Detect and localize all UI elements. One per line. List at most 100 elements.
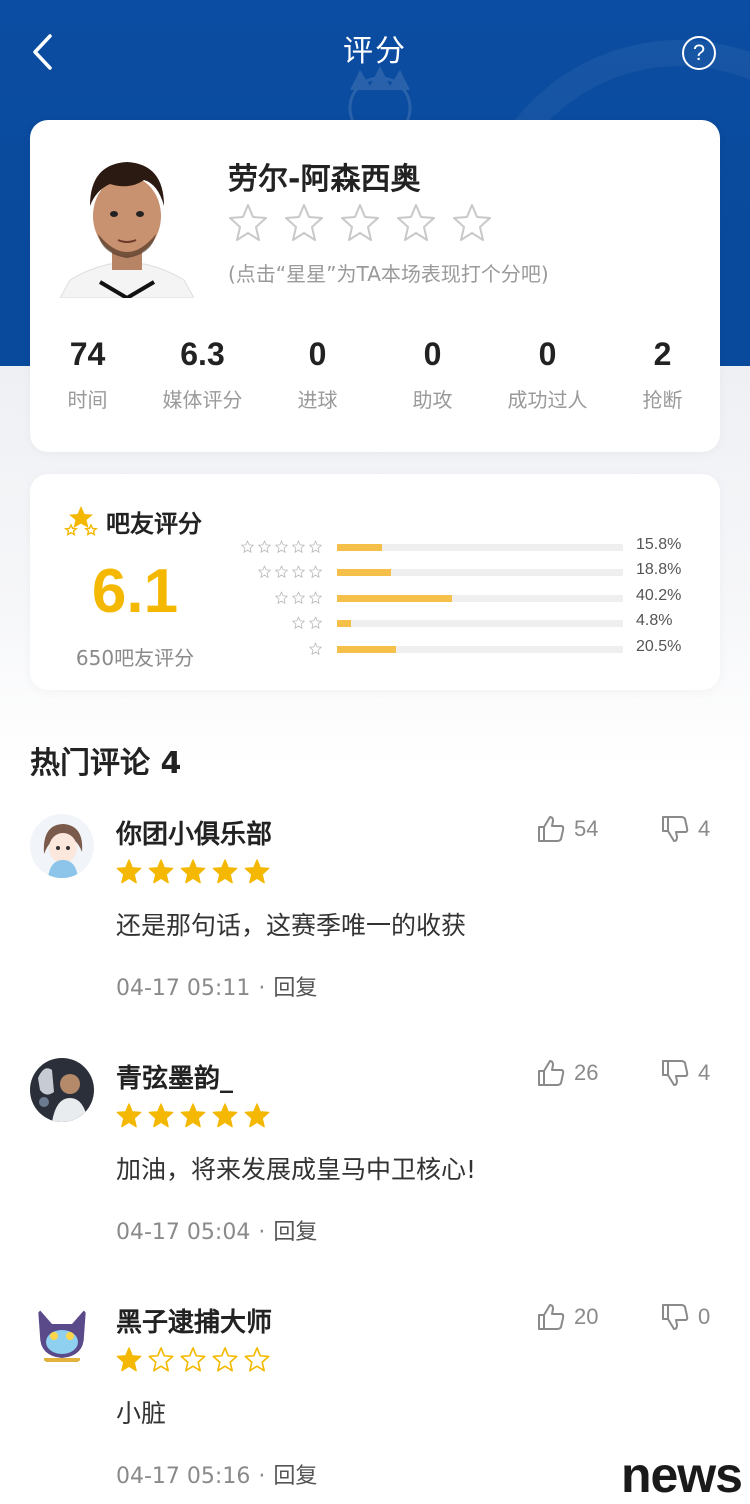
star-filled-icon bbox=[116, 1103, 142, 1128]
distribution-bar-track bbox=[337, 594, 623, 602]
rate-star-4-icon[interactable] bbox=[396, 202, 436, 242]
star-outline-icon bbox=[309, 616, 322, 629]
thumbs-down-icon bbox=[662, 1304, 689, 1330]
stat-goals: 0 进球 bbox=[260, 332, 375, 413]
stat-label: 抢断 bbox=[642, 388, 683, 412]
comment-time: 04-17 05:04 bbox=[116, 1220, 251, 1245]
rate-star-3-icon[interactable] bbox=[340, 202, 380, 242]
comment-time: 04-17 05:16 bbox=[116, 1464, 251, 1489]
avatar[interactable] bbox=[30, 1302, 94, 1366]
distribution-row: 18.8% bbox=[240, 561, 700, 586]
distribution-percent: 4.8% bbox=[636, 612, 673, 630]
rate-star-1-icon[interactable] bbox=[228, 202, 268, 242]
news-watermark-logo: news bbox=[620, 1447, 743, 1503]
stat-dribbles: 0 成功过人 bbox=[490, 332, 605, 413]
dislike-button[interactable]: 4 bbox=[660, 1058, 710, 1088]
separator-dot: · bbox=[258, 1464, 266, 1489]
comment-time: 04-17 05:11 bbox=[116, 976, 251, 1001]
star-filled-icon bbox=[212, 1103, 238, 1128]
stat-minutes: 74 时间 bbox=[30, 332, 145, 413]
avatar[interactable] bbox=[30, 814, 94, 878]
rate-star-5-icon[interactable] bbox=[452, 202, 492, 242]
star-filled-icon bbox=[116, 1347, 142, 1372]
player-name: 劳尔-阿森西奥 bbox=[228, 162, 421, 197]
stat-value: 2 bbox=[653, 336, 672, 372]
comment-author[interactable]: 青弦墨韵_ bbox=[116, 1058, 233, 1095]
distribution-stars bbox=[241, 540, 322, 553]
star-outline-icon bbox=[292, 591, 305, 604]
distribution-stars bbox=[275, 591, 322, 604]
fan-rating-score: 6.1 bbox=[91, 557, 179, 626]
fan-rating-card: 吧友评分 6.1 650吧友评分 15.8% 18.8% 40.2% 4.8% 20.5… bbox=[30, 474, 720, 690]
rating-stars-input bbox=[228, 202, 492, 242]
thumbs-up-icon bbox=[538, 1060, 565, 1086]
star-outline-icon bbox=[180, 1347, 206, 1372]
reply-button[interactable]: 回复 bbox=[273, 1464, 317, 1489]
star-outline-icon bbox=[148, 1347, 174, 1372]
rate-star-2-icon[interactable] bbox=[284, 202, 324, 242]
thumbs-up-icon bbox=[538, 816, 565, 842]
like-button[interactable]: 26 bbox=[536, 1058, 598, 1088]
comment-author[interactable]: 黑子逮捕大师 bbox=[116, 1302, 272, 1339]
star-outline-icon bbox=[275, 540, 288, 553]
distribution-bar-track bbox=[337, 544, 623, 551]
distribution-stars bbox=[258, 565, 322, 579]
dislike-button[interactable]: 0 bbox=[660, 1302, 710, 1332]
comment-text: 小脏 bbox=[116, 1399, 167, 1428]
star-outline-icon bbox=[309, 540, 322, 553]
like-count: 26 bbox=[574, 1060, 599, 1085]
help-button[interactable]: ? bbox=[682, 36, 716, 70]
thumbs-up-icon bbox=[538, 1304, 565, 1330]
distribution-bar-track bbox=[337, 569, 623, 577]
comment-rating bbox=[116, 1346, 270, 1372]
star-outline-icon bbox=[212, 1347, 238, 1372]
star-outline-icon bbox=[275, 591, 288, 604]
comment-text: 加油，将来发展成皇马中卫核心! bbox=[116, 1155, 477, 1184]
stat-value: 0 bbox=[308, 336, 327, 372]
star-outline-icon bbox=[258, 565, 271, 579]
distribution-bar-fill bbox=[337, 544, 383, 551]
reply-button[interactable]: 回复 bbox=[273, 1220, 317, 1245]
avatar[interactable] bbox=[30, 1058, 94, 1122]
fan-rating-title: 吧友评分 bbox=[106, 510, 202, 538]
distribution-row: 15.8% bbox=[240, 536, 700, 561]
separator-dot: · bbox=[258, 1220, 266, 1245]
stat-value: 74 bbox=[69, 336, 106, 372]
dislike-count: 4 bbox=[698, 1060, 711, 1085]
comment-meta: 04-17 05:11 · 回复 bbox=[116, 970, 317, 1002]
distribution-stars bbox=[309, 642, 322, 655]
like-count: 54 bbox=[574, 816, 599, 841]
stat-media-rating: 6.3 媒体评分 bbox=[145, 332, 260, 413]
dislike-button[interactable]: 4 bbox=[660, 814, 710, 844]
comment-item: 青弦墨韵_ 加油，将来发展成皇马中卫核心! 04-17 05:04 · 回复 26 … bbox=[0, 1058, 750, 1298]
thumbs-down-icon bbox=[662, 1060, 689, 1086]
dislike-count: 0 bbox=[698, 1304, 711, 1329]
stat-value: 0 bbox=[423, 336, 442, 372]
like-button[interactable]: 54 bbox=[536, 814, 598, 844]
distribution-bar-fill bbox=[337, 569, 391, 577]
comment-author[interactable]: 你团小俱乐部 bbox=[116, 814, 272, 851]
player-card: 劳尔-阿森西奥 (点击“星星”为TA本场表现打个分吧) 74 时间 6.3 媒体… bbox=[30, 120, 720, 452]
hot-comments-title: 热门评论 4 bbox=[30, 746, 182, 781]
distribution-percent: 15.8% bbox=[636, 536, 682, 553]
stat-label: 媒体评分 bbox=[162, 388, 243, 412]
stat-label: 时间 bbox=[67, 388, 108, 412]
distribution-bar-fill bbox=[337, 594, 452, 602]
stat-label: 助攻 bbox=[412, 388, 453, 412]
star-outline-icon bbox=[309, 591, 322, 604]
rating-distribution: 15.8% 18.8% 40.2% 4.8% 20.5% bbox=[240, 536, 700, 663]
stat-value: 6.3 bbox=[180, 336, 225, 372]
star-outline-icon bbox=[258, 540, 271, 553]
star-filled-icon bbox=[180, 1103, 206, 1128]
star-outline-icon bbox=[309, 565, 322, 579]
star-filled-icon bbox=[148, 859, 174, 884]
star-outline-icon bbox=[241, 540, 254, 553]
star-filled-icon bbox=[212, 859, 238, 884]
stat-label: 进球 bbox=[297, 388, 338, 412]
star-filled-icon bbox=[116, 859, 142, 884]
like-count: 20 bbox=[574, 1304, 599, 1329]
reply-button[interactable]: 回复 bbox=[273, 976, 317, 1001]
like-button[interactable]: 20 bbox=[536, 1302, 598, 1332]
dislike-count: 4 bbox=[698, 816, 711, 841]
star-filled-icon bbox=[180, 859, 206, 884]
